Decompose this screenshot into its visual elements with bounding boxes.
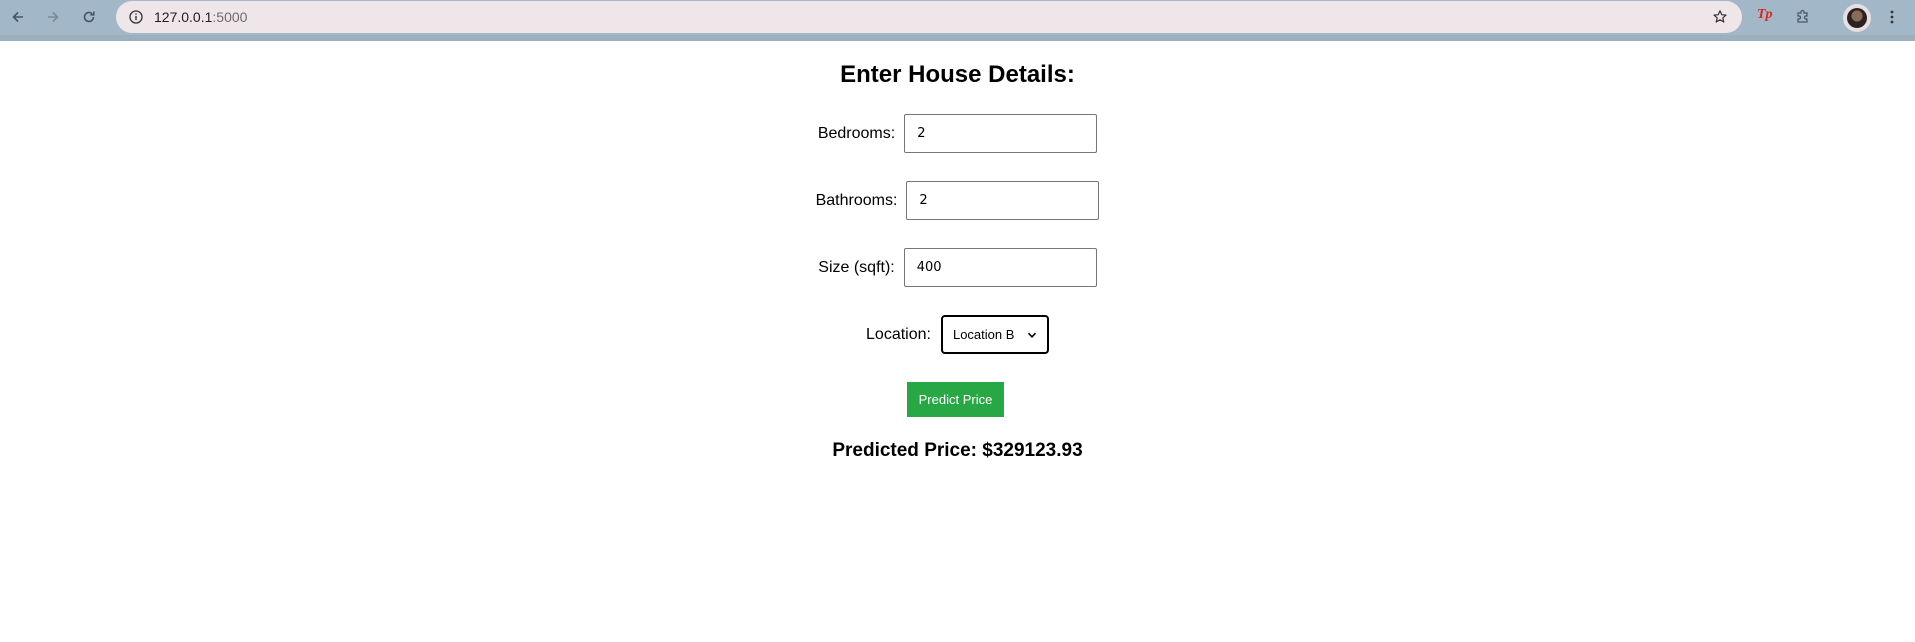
browser-toolbar: 127.0.0.1:5000 Tp bbox=[0, 0, 1915, 35]
location-row: Location: Location B bbox=[0, 315, 1915, 354]
page-content: Enter House Details: Bedrooms: 2 Bathroo… bbox=[0, 41, 1915, 642]
location-select[interactable]: Location B bbox=[940, 315, 1049, 354]
reload-button[interactable] bbox=[75, 4, 103, 30]
site-info-icon bbox=[129, 10, 143, 24]
location-label: Location: bbox=[866, 325, 931, 343]
back-button[interactable] bbox=[4, 4, 32, 30]
chevron-down-icon bbox=[1027, 332, 1037, 338]
bedrooms-input[interactable]: 2 bbox=[904, 114, 1098, 153]
extension-puzzle-icon bbox=[1797, 9, 1808, 23]
size-value: 400 bbox=[916, 260, 942, 275]
url-port: :5000 bbox=[212, 9, 248, 25]
bedrooms-row: Bedrooms: 2 bbox=[0, 114, 1915, 153]
back-icon bbox=[12, 11, 23, 23]
profile-avatar[interactable] bbox=[1843, 4, 1871, 32]
extension-tp-icon[interactable]: Tp bbox=[1757, 7, 1779, 27]
size-label: Size (sqft): bbox=[818, 258, 895, 276]
avatar-image bbox=[1847, 8, 1867, 28]
more-menu-icon bbox=[1890, 10, 1894, 24]
url-host: 127.0.0.1 bbox=[154, 9, 213, 25]
more-menu-button[interactable] bbox=[1882, 6, 1902, 28]
size-row: Size (sqft): 400 bbox=[0, 248, 1915, 287]
predicted-price-text: Predicted Price: $329123.93 bbox=[832, 440, 1083, 461]
bathrooms-input[interactable]: 2 bbox=[906, 181, 1100, 220]
bedrooms-label: Bedrooms: bbox=[817, 124, 896, 142]
extensions-button[interactable] bbox=[1792, 6, 1814, 28]
site-info-button[interactable] bbox=[124, 6, 148, 28]
bathrooms-label: Bathrooms: bbox=[815, 191, 898, 209]
location-selected: Location B bbox=[952, 327, 1015, 342]
size-input[interactable]: 400 bbox=[903, 248, 1097, 287]
reload-icon bbox=[83, 11, 95, 23]
predict-price-button[interactable]: Predict Price bbox=[907, 382, 1004, 417]
forward-button[interactable] bbox=[39, 4, 67, 30]
url-text: 127.0.0.1:5000 bbox=[154, 9, 247, 25]
bookmark-button[interactable] bbox=[1710, 7, 1730, 27]
page-title: Enter House Details: bbox=[840, 61, 1075, 88]
bedrooms-value: 2 bbox=[917, 126, 926, 141]
address-bar[interactable]: 127.0.0.1:5000 bbox=[116, 1, 1742, 33]
bathrooms-value: 2 bbox=[919, 193, 928, 208]
forward-icon bbox=[48, 11, 59, 23]
bookmark-star-icon bbox=[1713, 10, 1727, 23]
bathrooms-row: Bathrooms: 2 bbox=[0, 181, 1915, 220]
